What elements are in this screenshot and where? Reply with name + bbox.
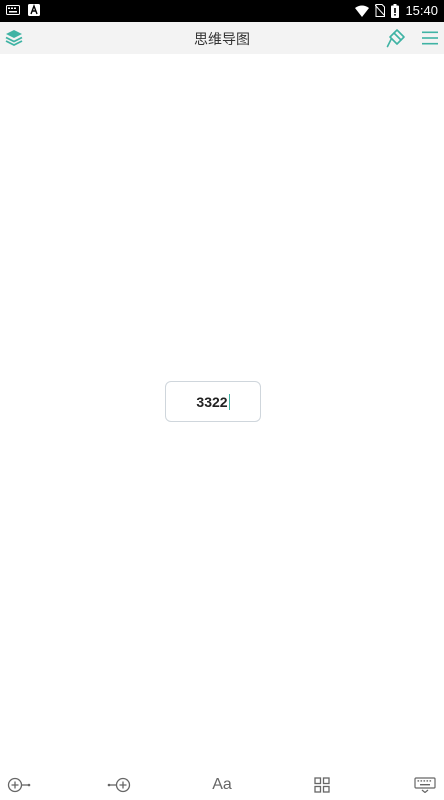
keyboard-button[interactable]	[412, 774, 438, 796]
no-sim-icon	[375, 4, 386, 17]
top-toolbar: 思维导图	[0, 22, 444, 54]
text-cursor	[228, 393, 230, 410]
font-style-label: Aa	[212, 776, 232, 793]
layout-grid-button[interactable]	[312, 774, 332, 796]
hamburger-menu-icon	[422, 31, 438, 45]
font-style-button[interactable]: Aa	[208, 774, 236, 796]
add-child-node-button[interactable]	[6, 774, 32, 796]
battery-icon	[391, 3, 400, 18]
status-bar: 15:40	[0, 0, 444, 22]
menu-button[interactable]	[418, 26, 442, 50]
keyboard-notification-icon	[6, 5, 20, 15]
a-notification-icon	[28, 4, 40, 16]
page-title: 思维导图	[194, 32, 250, 48]
style-brush-button[interactable]	[384, 26, 408, 50]
layout-grid-icon	[314, 777, 330, 793]
add-sibling-node-icon	[107, 777, 131, 793]
wifi-icon	[355, 5, 370, 17]
keyboard-icon	[414, 777, 436, 793]
root-node[interactable]: 3322	[165, 381, 261, 422]
brush-icon	[386, 29, 405, 48]
mind-map-canvas[interactable]: 3322	[0, 54, 444, 770]
add-child-node-icon	[7, 777, 31, 793]
bottom-toolbar: Aa	[0, 770, 444, 800]
add-sibling-node-button[interactable]	[106, 774, 132, 796]
status-time: 15:40	[405, 3, 438, 18]
root-node-text[interactable]: 3322	[196, 394, 227, 410]
